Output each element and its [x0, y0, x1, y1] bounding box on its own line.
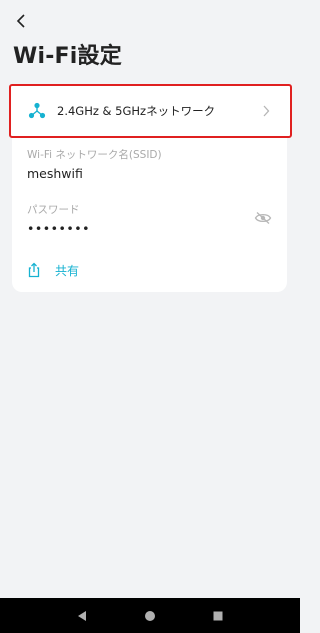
network-settings-card: Wi-Fi ネットワーク名(SSID) meshwifi パスワード •••••…: [12, 138, 287, 292]
share-icon: [28, 262, 40, 278]
mesh-network-icon: [27, 101, 47, 121]
chevron-right-icon: [260, 104, 272, 118]
system-navigation-bar: [0, 598, 300, 633]
page-title: Wi-Fi設定: [13, 44, 122, 69]
nav-home-icon[interactable]: [140, 606, 160, 626]
share-button[interactable]: 共有: [27, 260, 79, 280]
password-visibility-toggle[interactable]: [253, 210, 273, 226]
eye-off-icon: [254, 212, 272, 224]
nav-recents-icon[interactable]: [208, 606, 228, 626]
password-value[interactable]: ••••••••: [27, 221, 90, 236]
band-network-label: 2.4GHz & 5GHzネットワーク: [57, 104, 216, 118]
share-label: 共有: [55, 263, 80, 278]
chevron-left-icon: [16, 14, 25, 28]
nav-back-icon[interactable]: [72, 606, 92, 626]
band-network-row[interactable]: 2.4GHz & 5GHzネットワーク: [9, 84, 292, 138]
ssid-label: Wi-Fi ネットワーク名(SSID): [27, 149, 162, 161]
back-button[interactable]: [10, 10, 32, 32]
ssid-value[interactable]: meshwifi: [27, 166, 83, 181]
password-label: パスワード: [27, 204, 80, 216]
